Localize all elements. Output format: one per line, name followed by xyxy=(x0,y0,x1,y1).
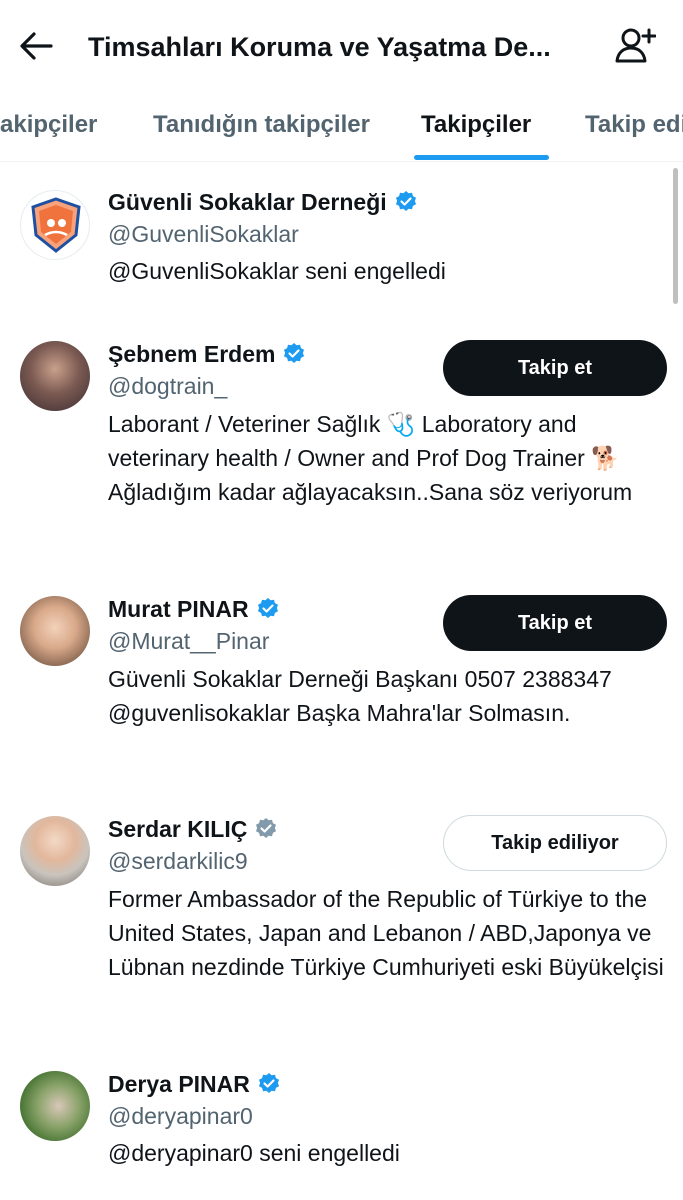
user-handle: @serdarkilic9 xyxy=(108,848,248,874)
person-add-icon xyxy=(615,28,656,63)
scrollbar[interactable] xyxy=(673,168,678,304)
page-title: Timsahları Koruma ve Yaşatma De... xyxy=(88,32,551,62)
avatar[interactable] xyxy=(20,341,90,411)
follow-button[interactable]: Takip et xyxy=(443,340,667,396)
user-bio: @deryapinar0 seni engelledi xyxy=(108,1140,400,1166)
verified-badge-grey-icon xyxy=(256,818,277,838)
avatar[interactable] xyxy=(20,1071,90,1141)
user-name: Derya PINAR xyxy=(108,1071,250,1097)
active-tab-indicator xyxy=(414,155,549,160)
verified-badge-icon xyxy=(395,191,416,211)
user-bio: Güvenli Sokaklar Derneği Başkanı 0507 23… xyxy=(108,666,612,726)
follow-button[interactable]: Takip et xyxy=(443,595,667,651)
tab-followers[interactable]: Takipçiler xyxy=(421,110,531,140)
user-handle: @dogtrain_ xyxy=(108,373,228,399)
arrow-left-icon xyxy=(20,32,53,60)
user-name: Murat PINAR xyxy=(108,596,249,622)
user-name: Serdar KILIÇ xyxy=(108,816,248,842)
verified-badge-icon xyxy=(257,598,278,618)
user-handle: @GuvenliSokaklar xyxy=(108,221,299,247)
user-name: Güvenli Sokaklar Derneği xyxy=(108,189,387,215)
shield-logo-icon xyxy=(31,197,81,253)
tab-bar: takipçiler Tanıdığın takipçiler Takipçil… xyxy=(0,92,683,162)
tab-following[interactable]: Takip edilenler xyxy=(585,110,683,140)
user-bio: @GuvenliSokaklar seni engelledi xyxy=(108,258,446,284)
user-handle: @Murat__Pinar xyxy=(108,628,270,654)
avatar[interactable] xyxy=(20,596,90,666)
user-name: Şebnem Erdem xyxy=(108,341,276,367)
avatar[interactable] xyxy=(20,190,90,260)
back-button[interactable] xyxy=(14,24,58,68)
user-bio: Former Ambassador of the Republic of Tür… xyxy=(108,886,664,980)
user-bio: Laborant / Veteriner Sağlık 🩺 Laboratory… xyxy=(108,411,633,505)
tab-takipciler-partial[interactable]: takipçiler xyxy=(0,110,97,140)
top-app-bar: Timsahları Koruma ve Yaşatma De... xyxy=(0,0,683,92)
verified-badge-icon xyxy=(258,1073,279,1093)
verified-badge-icon xyxy=(284,343,305,363)
following-button[interactable]: Takip ediliyor xyxy=(443,815,667,871)
user-handle: @deryapinar0 xyxy=(108,1103,253,1129)
add-user-button[interactable] xyxy=(610,24,660,68)
avatar[interactable] xyxy=(20,816,90,886)
tab-known-followers[interactable]: Tanıdığın takipçiler xyxy=(153,110,370,140)
